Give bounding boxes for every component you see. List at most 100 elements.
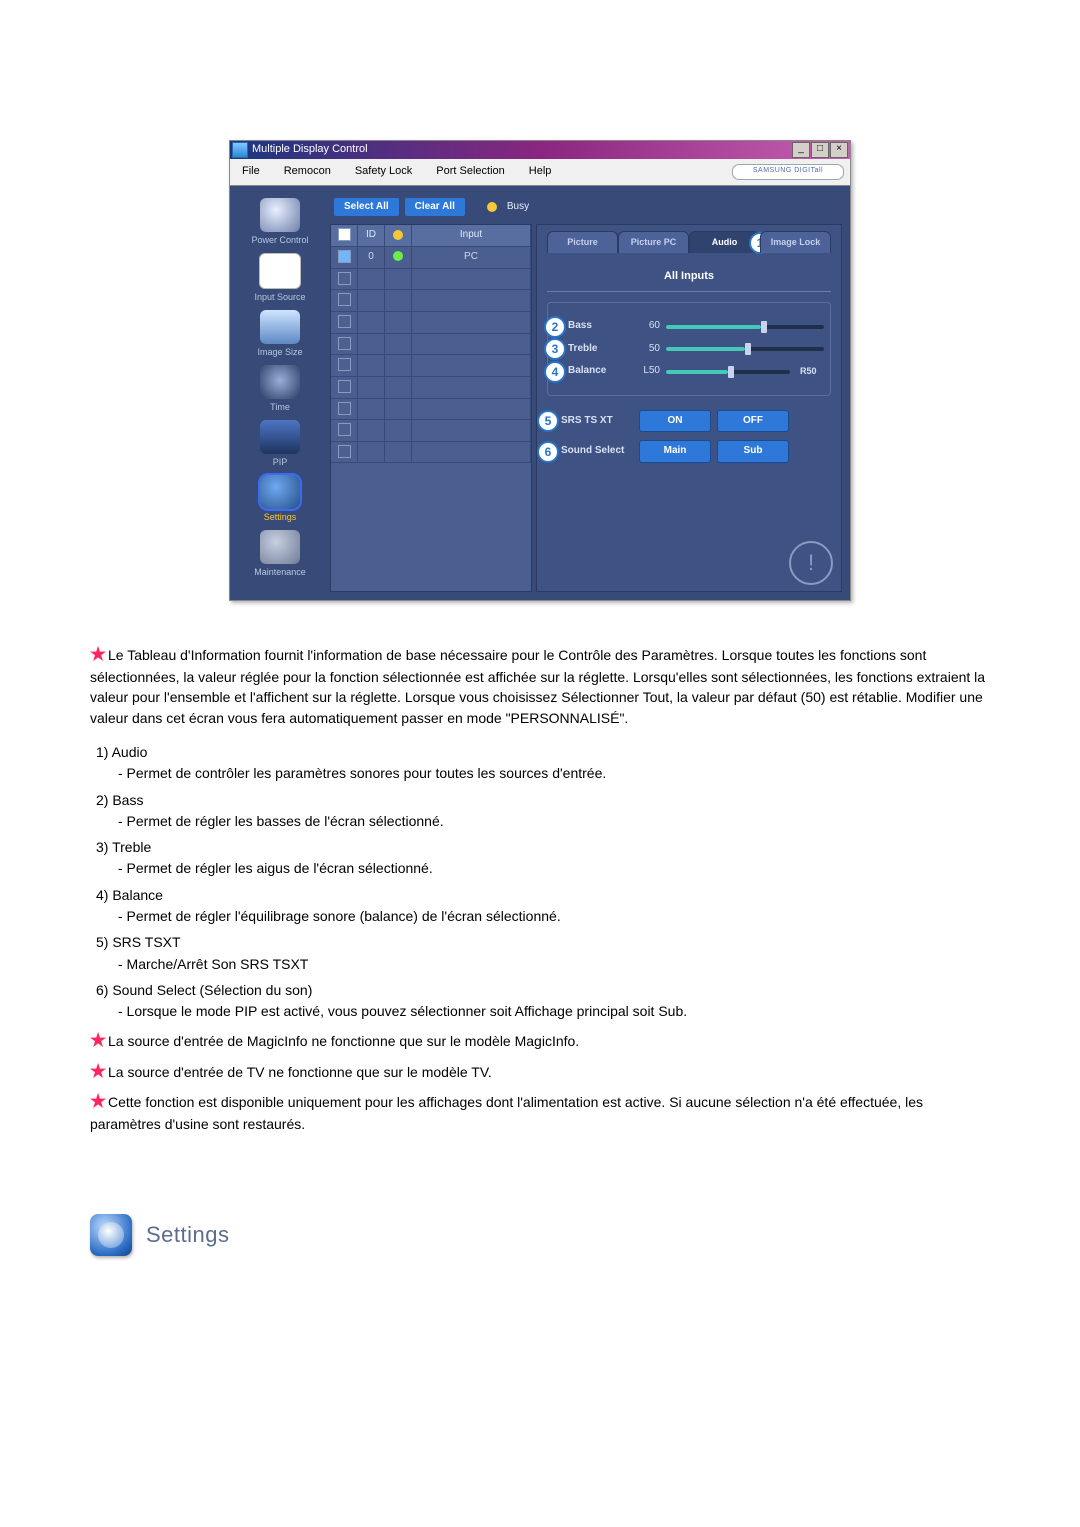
menu-help[interactable]: Help bbox=[517, 161, 564, 183]
row-checkbox[interactable] bbox=[338, 423, 351, 436]
section-heading: Settings bbox=[90, 1214, 990, 1256]
sound-main-button[interactable]: Main bbox=[639, 440, 711, 463]
panel-heading: All Inputs bbox=[547, 269, 831, 292]
list-item: 5) SRS TSXT- Marche/Arrêt Son SRS TSXT bbox=[96, 932, 990, 974]
star-icon: ★ bbox=[90, 1058, 104, 1084]
checkbox-icon bbox=[338, 228, 351, 241]
select-all-button[interactable]: Select All bbox=[334, 198, 399, 217]
list-item: 4) Balance- Permet de régler l'équilibra… bbox=[96, 885, 990, 927]
table-row bbox=[331, 269, 531, 291]
row-input: PC bbox=[412, 247, 531, 268]
slider-bass[interactable]: 2 Bass 60 bbox=[554, 319, 824, 334]
status-dot-icon bbox=[393, 251, 403, 261]
row-checkbox[interactable] bbox=[338, 358, 351, 371]
row-checkbox[interactable] bbox=[338, 315, 351, 328]
maintenance-icon bbox=[260, 530, 300, 564]
table-row bbox=[331, 420, 531, 442]
srs-off-button[interactable]: OFF bbox=[717, 410, 789, 433]
input-source-icon bbox=[259, 253, 301, 289]
sidebar-item-power-control[interactable]: Power Control bbox=[250, 198, 310, 247]
table-row bbox=[331, 399, 531, 421]
list-item: 2) Bass- Permet de régler les basses de … bbox=[96, 790, 990, 832]
sidebar-item-image-size[interactable]: Image Size bbox=[250, 310, 310, 359]
info-watermark-icon: ! bbox=[789, 541, 833, 585]
list-item: 3) Treble- Permet de régler les aigus de… bbox=[96, 837, 990, 879]
minimize-button[interactable]: _ bbox=[792, 142, 810, 158]
section-title: Settings bbox=[146, 1219, 230, 1251]
col-id: ID bbox=[358, 225, 385, 246]
settings-panel: Picture Picture PC Audio1 Image Lock All… bbox=[536, 224, 842, 592]
slider-track[interactable] bbox=[666, 325, 824, 329]
table-row bbox=[331, 290, 531, 312]
row-checkbox[interactable] bbox=[338, 445, 351, 458]
callout-3: 3 bbox=[546, 340, 564, 358]
menu-bar: File Remocon Safety Lock Port Selection … bbox=[230, 159, 850, 186]
sliders-group: 2 Bass 60 3 Treble 50 bbox=[547, 302, 831, 396]
tab-picture-pc[interactable]: Picture PC bbox=[618, 231, 689, 253]
clear-all-button[interactable]: Clear All bbox=[405, 198, 465, 217]
busy-label: Busy bbox=[507, 200, 529, 215]
col-input: Input bbox=[412, 225, 531, 246]
power-icon bbox=[260, 198, 300, 232]
table-row[interactable]: 0 PC bbox=[331, 247, 531, 269]
row-checkbox[interactable] bbox=[338, 337, 351, 350]
row-checkbox[interactable] bbox=[338, 272, 351, 285]
table-row bbox=[331, 312, 531, 334]
close-button[interactable]: × bbox=[830, 142, 848, 158]
slider-balance[interactable]: 4 Balance L50 R50 bbox=[554, 364, 824, 379]
time-icon bbox=[260, 365, 300, 399]
sidebar-item-settings[interactable]: Settings bbox=[250, 475, 310, 524]
sidebar: Power Control Input Source Image Size Ti… bbox=[230, 186, 330, 600]
star-icon: ★ bbox=[90, 1088, 104, 1114]
list-item: 6) Sound Select (Sélection du son)- Lors… bbox=[96, 980, 990, 1022]
list-item: 1) Audio- Permet de contrôler les paramè… bbox=[96, 742, 990, 784]
sound-sub-button[interactable]: Sub bbox=[717, 440, 789, 463]
srs-on-button[interactable]: ON bbox=[639, 410, 711, 433]
app-icon bbox=[232, 142, 248, 158]
sidebar-item-time[interactable]: Time bbox=[250, 365, 310, 414]
tab-audio[interactable]: Audio1 bbox=[689, 231, 760, 253]
intro-text: Le Tableau d'Information fournit l'infor… bbox=[90, 647, 985, 726]
footnotes: ★La source d'entrée de MagicInfo ne fonc… bbox=[90, 1027, 990, 1134]
intro-note: ★Le Tableau d'Information fournit l'info… bbox=[90, 641, 990, 728]
row-id: 0 bbox=[358, 247, 385, 268]
row-checkbox[interactable] bbox=[338, 250, 351, 263]
sidebar-item-maintenance[interactable]: Maintenance bbox=[250, 530, 310, 579]
star-icon: ★ bbox=[90, 641, 104, 667]
menu-file[interactable]: File bbox=[230, 161, 272, 183]
callout-5: 5 bbox=[539, 412, 557, 430]
settings-icon bbox=[260, 475, 300, 509]
table-row bbox=[331, 355, 531, 377]
row-checkbox[interactable] bbox=[338, 402, 351, 415]
row-srs-tsxt: 5 SRS TS XT ON OFF bbox=[547, 410, 831, 433]
pip-icon bbox=[260, 420, 300, 454]
callout-2: 2 bbox=[546, 318, 564, 336]
status-header-icon bbox=[393, 230, 403, 240]
table-row bbox=[331, 334, 531, 356]
brand-logo: SAMSUNG DIGITall bbox=[732, 164, 844, 180]
tab-image-lock[interactable]: Image Lock bbox=[760, 231, 831, 253]
tab-picture[interactable]: Picture bbox=[547, 231, 618, 253]
busy-indicator-icon bbox=[487, 202, 497, 212]
app-screenshot: Multiple Display Control _ □ × File Remo… bbox=[229, 140, 851, 601]
title-bar: Multiple Display Control _ □ × bbox=[230, 141, 850, 159]
table-row bbox=[331, 377, 531, 399]
sidebar-item-pip[interactable]: PIP bbox=[250, 420, 310, 469]
slider-track[interactable] bbox=[666, 370, 790, 374]
table-row bbox=[331, 442, 531, 464]
row-sound-select: 6 Sound Select Main Sub bbox=[547, 440, 831, 463]
restore-button[interactable]: □ bbox=[811, 142, 829, 158]
slider-track[interactable] bbox=[666, 347, 824, 351]
menu-remocon[interactable]: Remocon bbox=[272, 161, 343, 183]
callout-6: 6 bbox=[539, 443, 557, 461]
settings-section-icon bbox=[90, 1214, 132, 1256]
window-title: Multiple Display Control bbox=[252, 142, 792, 158]
row-checkbox[interactable] bbox=[338, 293, 351, 306]
image-size-icon bbox=[260, 310, 300, 344]
menu-safety-lock[interactable]: Safety Lock bbox=[343, 161, 424, 183]
menu-port-selection[interactable]: Port Selection bbox=[424, 161, 516, 183]
slider-treble[interactable]: 3 Treble 50 bbox=[554, 342, 824, 357]
sidebar-item-input-source[interactable]: Input Source bbox=[250, 253, 310, 304]
table-header: ID Input bbox=[331, 225, 531, 247]
row-checkbox[interactable] bbox=[338, 380, 351, 393]
